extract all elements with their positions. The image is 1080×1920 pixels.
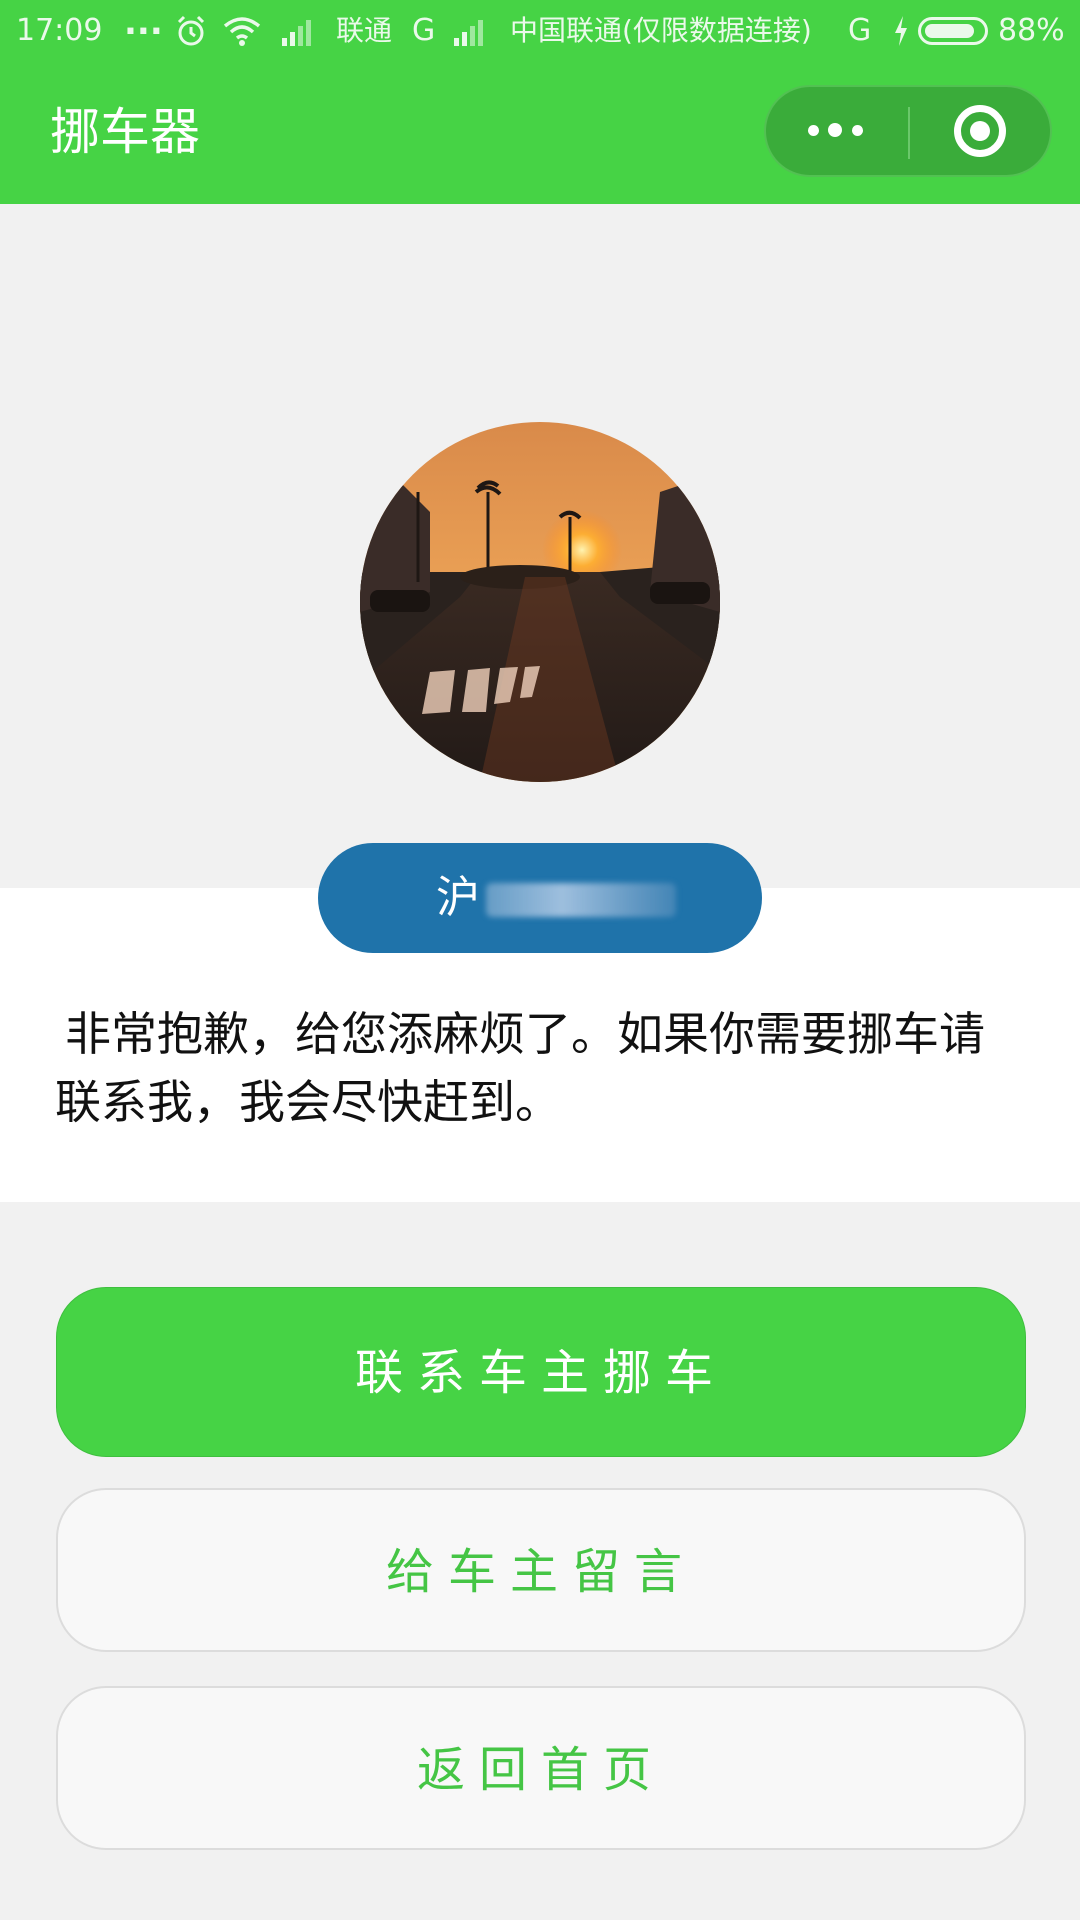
plate-prefix: 沪 [436, 872, 480, 923]
wifi-icon [223, 17, 261, 46]
apology-message: 非常抱歉，给您添麻烦了。如果你需要挪车请联系我，我会尽快赶到。 [55, 1007, 985, 1129]
close-button[interactable] [910, 87, 1052, 175]
app-header: 17:09 ... 联通 G 中国联通(仅限数据连接) G 88% 挪车器 [0, 0, 1080, 204]
license-plate-badge: 沪 [318, 843, 762, 953]
plate-number-blurred [486, 883, 676, 917]
miniprogram-capsule [764, 85, 1052, 177]
signal-icon-1 [282, 20, 311, 46]
contact-owner-button[interactable]: 联系车主挪车 [56, 1287, 1026, 1457]
more-button[interactable] [766, 87, 908, 175]
network-type-2: G [848, 13, 872, 48]
avatar [360, 422, 720, 782]
status-bar: 17:09 ... 联通 G 中国联通(仅限数据连接) G 88% [0, 0, 1080, 62]
page-title: 挪车器 [50, 103, 200, 161]
carrier-2: 中国联通(仅限数据连接) [510, 14, 812, 47]
network-type-1: G [412, 13, 436, 48]
alarm-icon [177, 15, 205, 46]
battery-level [925, 24, 974, 38]
street-sunset-photo [360, 422, 720, 782]
battery-icon [918, 17, 988, 45]
carrier-1: 联通 [336, 14, 393, 47]
battery-percent: 88% [998, 13, 1065, 48]
signal-icon-2 [454, 20, 483, 46]
back-home-button[interactable]: 返回首页 [56, 1686, 1026, 1850]
leave-message-button[interactable]: 给车主留言 [56, 1488, 1026, 1652]
notification-dots: ... [124, 3, 163, 43]
charging-icon [895, 16, 907, 46]
status-time: 17:09 [16, 13, 103, 48]
